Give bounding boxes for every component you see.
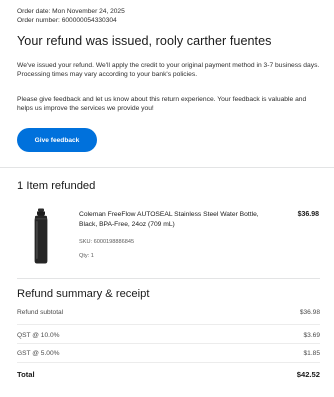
section-divider: [0, 167, 334, 168]
refund-summary-title: Refund summary & receipt: [17, 288, 150, 300]
item-sku: SKU: 6000198886845: [79, 239, 135, 245]
summary-row-label: QST @ 10.0%: [17, 332, 60, 339]
items-refunded-title: 1 Item refunded: [17, 180, 96, 192]
give-feedback-button[interactable]: Give feedback: [17, 128, 97, 152]
summary-row-value: $3.69: [303, 332, 320, 339]
item-name[interactable]: Coleman FreeFlow AUTOSEAL Stainless Stee…: [79, 210, 269, 231]
row-divider: [17, 362, 320, 363]
section-divider: [17, 278, 320, 279]
summary-row-subtotal: Refund subtotal $36.98: [17, 309, 320, 316]
feedback-message: Please give feedback and let us know abo…: [17, 96, 307, 113]
water-bottle-icon: [34, 208, 48, 264]
order-date: Order date: Mon November 24, 2025: [17, 8, 125, 15]
item-quantity: Qty: 1: [79, 253, 94, 259]
summary-row-label: Refund subtotal: [17, 309, 64, 316]
summary-row-value: $1.85: [303, 350, 320, 357]
summary-total: Total $42.52: [17, 370, 320, 379]
summary-row-gst: GST @ 5.00% $1.85: [17, 350, 320, 357]
total-value: $42.52: [296, 370, 320, 379]
order-number: Order number: 600000054330304: [17, 17, 117, 24]
item-price: $36.98: [297, 211, 319, 218]
summary-row-qst: QST @ 10.0% $3.69: [17, 332, 320, 339]
page-title: Your refund was issued, rooly carther fu…: [17, 34, 272, 48]
total-label: Total: [17, 370, 35, 379]
refund-email: Order date: Mon November 24, 2025 Order …: [0, 0, 334, 397]
summary-row-label: GST @ 5.00%: [17, 350, 60, 357]
row-divider: [17, 343, 320, 344]
refund-message: We've issued your refund. We'll apply th…: [17, 62, 320, 79]
summary-row-value: $36.98: [299, 309, 320, 316]
water-bottle-image[interactable]: [32, 208, 50, 264]
row-divider: [17, 324, 320, 325]
